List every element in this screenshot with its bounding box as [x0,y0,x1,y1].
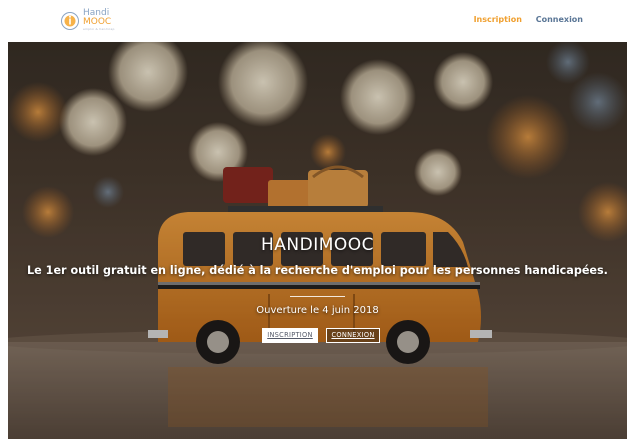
logo-mooc: MOOC [83,17,112,27]
main-nav: Inscription Connexion [463,15,583,24]
nav-connexion-link[interactable]: Connexion [536,15,583,24]
logo-mark-icon [61,12,79,30]
hero-divider [290,296,345,297]
site-header: Handi MOOC emploi & handicap Inscription… [0,0,627,42]
hero-subtitle: Le 1er outil gratuit en ligne, dédié à l… [27,264,608,277]
logo-tagline: emploi & handicap [83,27,115,31]
hero-title: HANDIMOOC [260,235,375,255]
logo-text: Handi MOOC emploi & handicap [83,9,123,32]
inscription-button[interactable]: INSCRIPTION [262,328,318,343]
nav-inscription-link[interactable]: Inscription [474,15,522,24]
handimooc-logo[interactable]: Handi MOOC emploi & handicap [60,9,116,35]
connexion-button[interactable]: CONNEXION [326,328,380,343]
hero-opening-date: Ouverture le 4 juin 2018 [256,305,379,316]
hero-section: HANDIMOOC Le 1er outil gratuit en ligne,… [8,42,627,439]
